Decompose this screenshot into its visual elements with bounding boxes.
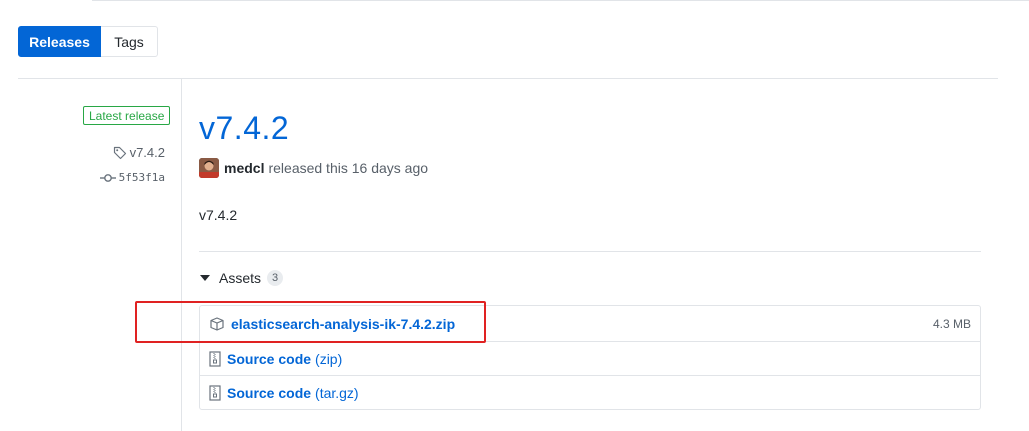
asset-link[interactable]: Source code — [227, 385, 311, 401]
release-byline: medcl released this 16 days ago — [199, 158, 428, 178]
release-commit-link[interactable]: 5f53f1a — [99, 171, 165, 184]
assets-count-badge: 3 — [267, 270, 284, 286]
caret-down-icon — [200, 275, 210, 281]
assets-toggle[interactable]: Assets 3 — [200, 270, 284, 286]
tab-releases[interactable]: Releases — [18, 26, 101, 57]
file-zip-icon — [209, 350, 221, 367]
commit-icon — [99, 173, 116, 182]
tab-tags[interactable]: Tags — [101, 26, 158, 57]
release-title[interactable]: v7.4.2 — [199, 110, 289, 147]
tag-icon — [113, 146, 126, 159]
release-tag-link[interactable]: v7.4.2 — [113, 145, 165, 160]
timeline-divider — [181, 79, 182, 431]
asset-link[interactable]: Source code — [227, 351, 311, 367]
asset-format: (zip) — [315, 350, 343, 367]
release-notes: v7.4.2 — [199, 207, 238, 223]
file-zip-icon — [209, 384, 221, 401]
release-tag-label: v7.4.2 — [129, 145, 165, 160]
header-divider — [18, 78, 998, 79]
asset-row[interactable]: Source code (tar.gz) — [200, 375, 980, 409]
assets-heading: Assets — [219, 270, 262, 286]
avatar[interactable] — [199, 158, 219, 178]
latest-release-badge: Latest release — [83, 106, 171, 125]
notes-divider — [199, 251, 981, 252]
asset-format: (tar.gz) — [315, 384, 359, 401]
author-link[interactable]: medcl — [224, 160, 264, 176]
top-divider-gap — [0, 0, 92, 2]
release-commit-label: 5f53f1a — [118, 171, 165, 184]
annotation-highlight-box — [135, 301, 486, 343]
releases-subnav: Releases Tags — [18, 26, 158, 57]
asset-size: 4.3 MB — [932, 316, 971, 331]
release-time-text: released this 16 days ago — [268, 160, 429, 176]
asset-row[interactable]: Source code (zip) — [200, 341, 980, 375]
top-divider — [0, 0, 1029, 1]
